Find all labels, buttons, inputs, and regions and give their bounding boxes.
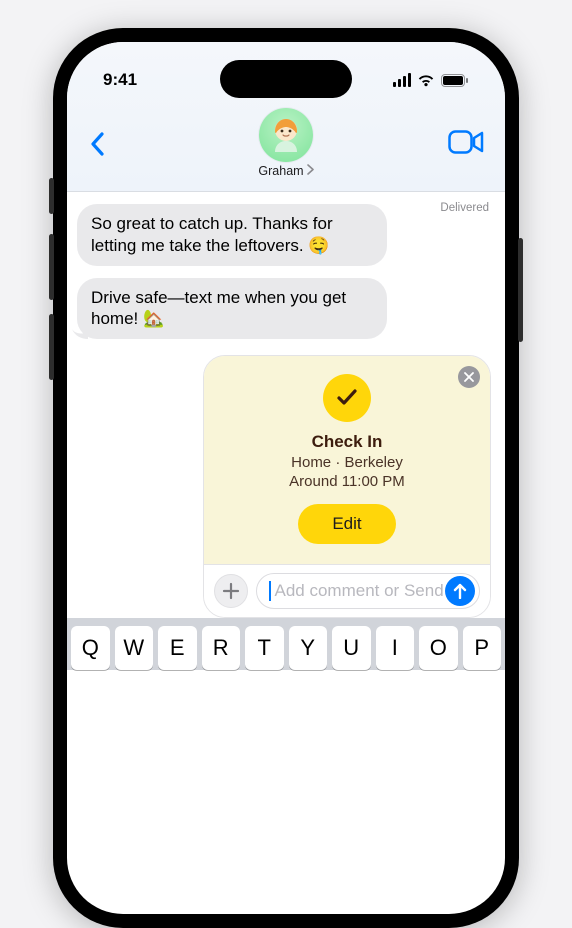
phone-frame: 9:41 <box>53 28 519 928</box>
message-bubble[interactable]: So great to catch up. Thanks for letting… <box>77 204 387 266</box>
back-button[interactable] <box>81 128 113 160</box>
checkin-subtitle-2: Around 11:00 PM <box>218 473 476 490</box>
edit-button[interactable]: Edit <box>298 504 395 544</box>
key-i[interactable]: I <box>376 626 415 670</box>
keyboard[interactable]: Q W E R T Y U I O P <box>67 618 505 670</box>
compose-placeholder: Add comment or Send <box>275 581 446 601</box>
edit-button-label: Edit <box>332 514 361 533</box>
add-attachment-button[interactable] <box>214 574 248 608</box>
contact-name-row[interactable]: Graham <box>258 164 313 178</box>
key-r[interactable]: R <box>202 626 241 670</box>
key-q[interactable]: Q <box>71 626 110 670</box>
key-w[interactable]: W <box>115 626 154 670</box>
key-o[interactable]: O <box>419 626 458 670</box>
contact-block[interactable]: Graham <box>67 108 505 178</box>
facetime-button[interactable] <box>445 124 487 160</box>
message-row: Drive safe—text me when you get home! 🏡 <box>77 278 495 340</box>
attachment-compose-bar: Add comment or Send <box>204 564 490 617</box>
key-p[interactable]: P <box>463 626 502 670</box>
avatar <box>259 108 313 162</box>
keyboard-row: Q W E R T Y U I O P <box>71 626 501 670</box>
message-text: So great to catch up. Thanks for letting… <box>91 214 333 255</box>
message-thread[interactable]: Delivered So great to catch up. Thanks f… <box>67 204 505 618</box>
message-text: Drive safe—text me when you get home! 🏡 <box>91 288 346 329</box>
checkin-card-body: Check In Home · Berkeley Around 11:00 PM… <box>204 356 490 564</box>
wifi-icon <box>417 74 435 87</box>
key-y[interactable]: Y <box>289 626 328 670</box>
delivered-label: Delivered <box>440 202 489 214</box>
message-bubble[interactable]: Drive safe—text me when you get home! 🏡 <box>77 278 387 340</box>
dynamic-island <box>220 60 352 98</box>
checkmark-badge-icon <box>323 374 371 422</box>
message-row: So great to catch up. Thanks for letting… <box>77 204 495 266</box>
key-u[interactable]: U <box>332 626 371 670</box>
close-button[interactable] <box>458 366 480 388</box>
checkin-card: Check In Home · Berkeley Around 11:00 PM… <box>203 355 491 618</box>
send-button[interactable] <box>445 576 475 606</box>
bubble-tail <box>72 323 88 339</box>
compose-input[interactable]: Add comment or Send <box>256 573 480 609</box>
attachment-row: Check In Home · Berkeley Around 11:00 PM… <box>77 355 495 618</box>
side-button-silent <box>49 178 54 214</box>
contact-name: Graham <box>258 164 303 178</box>
battery-icon <box>441 74 469 87</box>
side-button-vol-down <box>49 314 54 380</box>
status-time: 9:41 <box>103 70 137 90</box>
side-button-vol-up <box>49 234 54 300</box>
key-e[interactable]: E <box>158 626 197 670</box>
chevron-right-icon <box>307 164 314 178</box>
status-indicators <box>393 73 470 87</box>
text-caret <box>269 581 271 601</box>
checkin-subtitle-1: Home · Berkeley <box>218 454 476 471</box>
side-button-power <box>518 238 523 342</box>
key-t[interactable]: T <box>245 626 284 670</box>
checkin-title: Check In <box>218 432 476 452</box>
cellular-icon <box>393 73 412 87</box>
screen: 9:41 <box>67 42 505 914</box>
